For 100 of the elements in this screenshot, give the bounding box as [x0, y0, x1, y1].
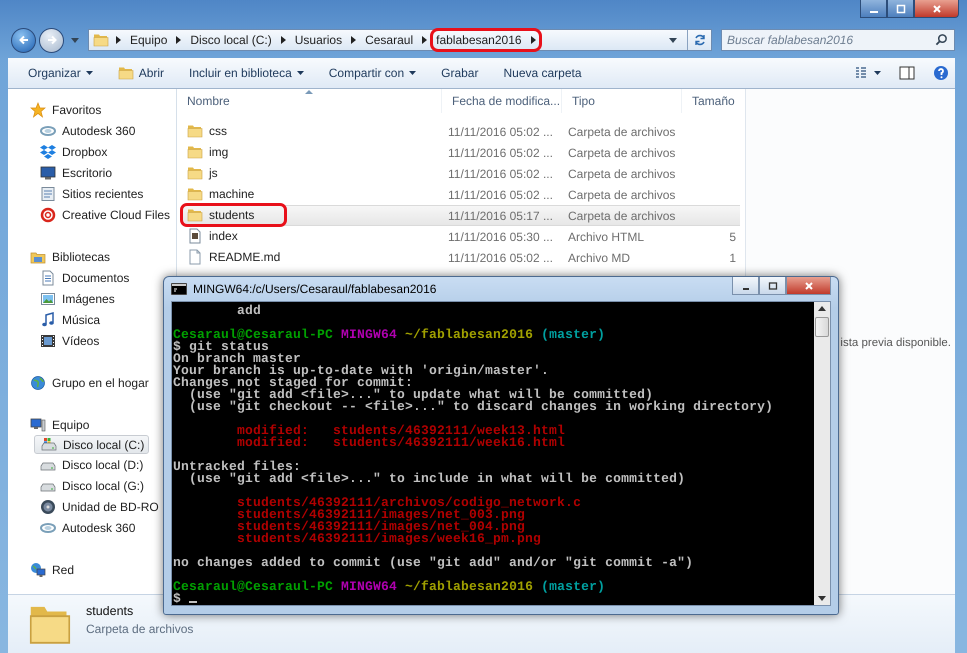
toolbar-button[interactable]: Abrir: [110, 61, 172, 85]
file-name: README.md: [209, 250, 280, 264]
sidebar-item[interactable]: Red: [8, 559, 78, 580]
breadcrumb[interactable]: Usuarios: [292, 32, 344, 48]
sidebar-item[interactable]: Disco local (G:): [34, 475, 148, 496]
caret-icon: [86, 71, 93, 75]
forward-button[interactable]: [39, 28, 64, 52]
network-icon: [30, 562, 46, 578]
file-row[interactable]: README.md 11/11/2016 05:02 ... Archivo MD 1: [183, 247, 740, 268]
type-cell-text: Carpeta de archivos: [567, 188, 676, 202]
sidebar-item[interactable]: Equipo: [8, 414, 94, 435]
chevron-icon[interactable]: [116, 36, 121, 44]
scroll-down-icon[interactable]: [818, 596, 826, 601]
sidebar-item[interactable]: Grupo en el hogar: [8, 372, 153, 393]
date-cell-text: 11/11/2016 05:02 ...: [447, 146, 554, 160]
toolbar-button[interactable]: Compartir con: [320, 61, 424, 85]
column-header[interactable]: Fecha de modifica...: [442, 89, 562, 113]
music-note-icon: [40, 312, 56, 328]
file-name: css: [209, 124, 227, 138]
minimize-button[interactable]: [860, 0, 887, 18]
disc-icon: [40, 498, 56, 514]
breadcrumb[interactable]: Disco local (C:): [188, 32, 274, 48]
sidebar-item[interactable]: Música: [34, 309, 104, 330]
scroll-thumb[interactable]: [815, 317, 829, 337]
list-view-icon: [855, 66, 881, 80]
caret-icon: [409, 71, 416, 75]
file-row[interactable]: index 11/11/2016 05:30 ... Archivo HTML 5: [183, 226, 740, 247]
sidebar-item[interactable]: Unidad de BD-RO: [34, 496, 163, 517]
chevron-icon[interactable]: [422, 36, 428, 44]
star-icon: [30, 102, 46, 118]
sidebar-item[interactable]: Sitios recientes: [34, 183, 148, 204]
minimize-button[interactable]: [732, 277, 759, 295]
terminal-line: On branch master: [173, 353, 302, 365]
sidebar-item[interactable]: Autodesk 360: [34, 120, 140, 141]
folder-icon: [187, 144, 203, 160]
terminal-line: no changes added to commit (use "git add" and/or "git commit -a"): [173, 557, 694, 569]
toolbar-button[interactable]: Organizar: [20, 61, 101, 85]
column-header[interactable]: Tipo: [562, 89, 682, 113]
date-cell-text: 11/11/2016 05:02 ...: [447, 188, 554, 202]
globe-icon: [30, 374, 46, 390]
file-row[interactable]: js 11/11/2016 05:02 ... Carpeta de archivos: [183, 163, 740, 184]
sidebar-item[interactable]: Vídeos: [34, 330, 104, 351]
type-cell-text: Archivo HTML: [567, 230, 646, 244]
file-name: js: [209, 166, 218, 180]
refresh-icon: [692, 33, 706, 47]
box-icon: [40, 144, 56, 160]
file-row[interactable]: img 11/11/2016 05:02 ... Carpeta de archivos: [183, 142, 740, 163]
sidebar-item[interactable]: Creative Cloud Files: [34, 204, 174, 225]
film-icon: [40, 332, 56, 348]
close-button[interactable]: [786, 277, 831, 295]
terminal-line: $: [173, 593, 814, 605]
help-icon: [933, 65, 949, 81]
sidebar-item[interactable]: Documentos: [34, 267, 134, 288]
close-button[interactable]: [914, 0, 959, 18]
type-cell-text: Archivo MD: [567, 250, 632, 264]
folder-icon: [93, 32, 109, 48]
file-icon: [187, 248, 203, 264]
chevron-icon[interactable]: [280, 36, 286, 44]
toolbar-button[interactable]: Nueva carpeta: [495, 61, 590, 85]
scrollbar[interactable]: [814, 302, 830, 605]
size-cell-text: 5: [728, 230, 737, 244]
toolbar-button[interactable]: Incluir en biblioteca: [181, 61, 312, 85]
minimize-icon: [742, 288, 748, 290]
terminal-line: Cesaraul@Cesaraul-PC MINGW64 ~/fablabesan2016 (master): [173, 329, 606, 341]
monitor-icon: [40, 164, 56, 180]
details-type: Carpeta de archivos: [86, 622, 194, 636]
column-header[interactable]: Nombre: [177, 89, 442, 113]
breadcrumb[interactable]: Equipo: [128, 32, 170, 48]
file-row[interactable]: students 11/11/2016 05:17 ... Carpeta de archivos: [183, 205, 740, 226]
search-icon: [935, 33, 948, 46]
sidebar-item[interactable]: Favoritos: [8, 99, 106, 120]
file-row[interactable]: machine 11/11/2016 05:02 ... Carpeta de archivos: [183, 184, 740, 205]
toolbar-button[interactable]: Grabar: [433, 61, 486, 85]
sidebar-item[interactable]: Escritorio: [34, 162, 116, 183]
computer-icon: [30, 416, 46, 432]
image-icon: [40, 290, 56, 306]
chevron-icon[interactable]: [351, 36, 356, 44]
address-bar[interactable]: Equipo Disco local (C:) Usuarios Cesaraul fablabesan2016: [88, 29, 712, 51]
sidebar-item[interactable]: Disco local (C:): [34, 435, 150, 454]
sidebar-item[interactable]: Autodesk 360: [34, 517, 140, 538]
terminal-line: students/46392111/images/week16_pm.png: [236, 533, 542, 545]
sidebar-item[interactable]: Disco local (D:): [34, 454, 148, 475]
file-row[interactable]: css 11/11/2016 05:02 ... Carpeta de archivos: [183, 121, 740, 142]
history-dropdown-icon[interactable]: [71, 38, 79, 42]
breadcrumb[interactable]: fablabesan2016: [434, 32, 538, 48]
column-header[interactable]: Tamaño: [682, 89, 740, 113]
scroll-up-icon[interactable]: [818, 306, 826, 311]
terminal-line: (use "git checkout -- <file>..." to discard changes in working directory): [188, 401, 774, 413]
back-button[interactable]: [11, 28, 36, 52]
arrow-right-icon: [46, 34, 58, 46]
breadcrumb[interactable]: Cesaraul: [363, 32, 416, 48]
sidebar-item[interactable]: Imágenes: [34, 288, 119, 309]
chevron-icon[interactable]: [176, 36, 182, 44]
sidebar-item[interactable]: Bibliotecas: [8, 246, 114, 267]
maximize-button[interactable]: [759, 277, 786, 295]
maximize-button[interactable]: [887, 0, 914, 18]
search-field[interactable]: Buscar fablabesan2016: [721, 29, 955, 51]
minimize-icon: [870, 10, 878, 12]
sidebar-item[interactable]: Dropbox: [34, 141, 112, 162]
dropdown-icon[interactable]: [669, 38, 677, 42]
